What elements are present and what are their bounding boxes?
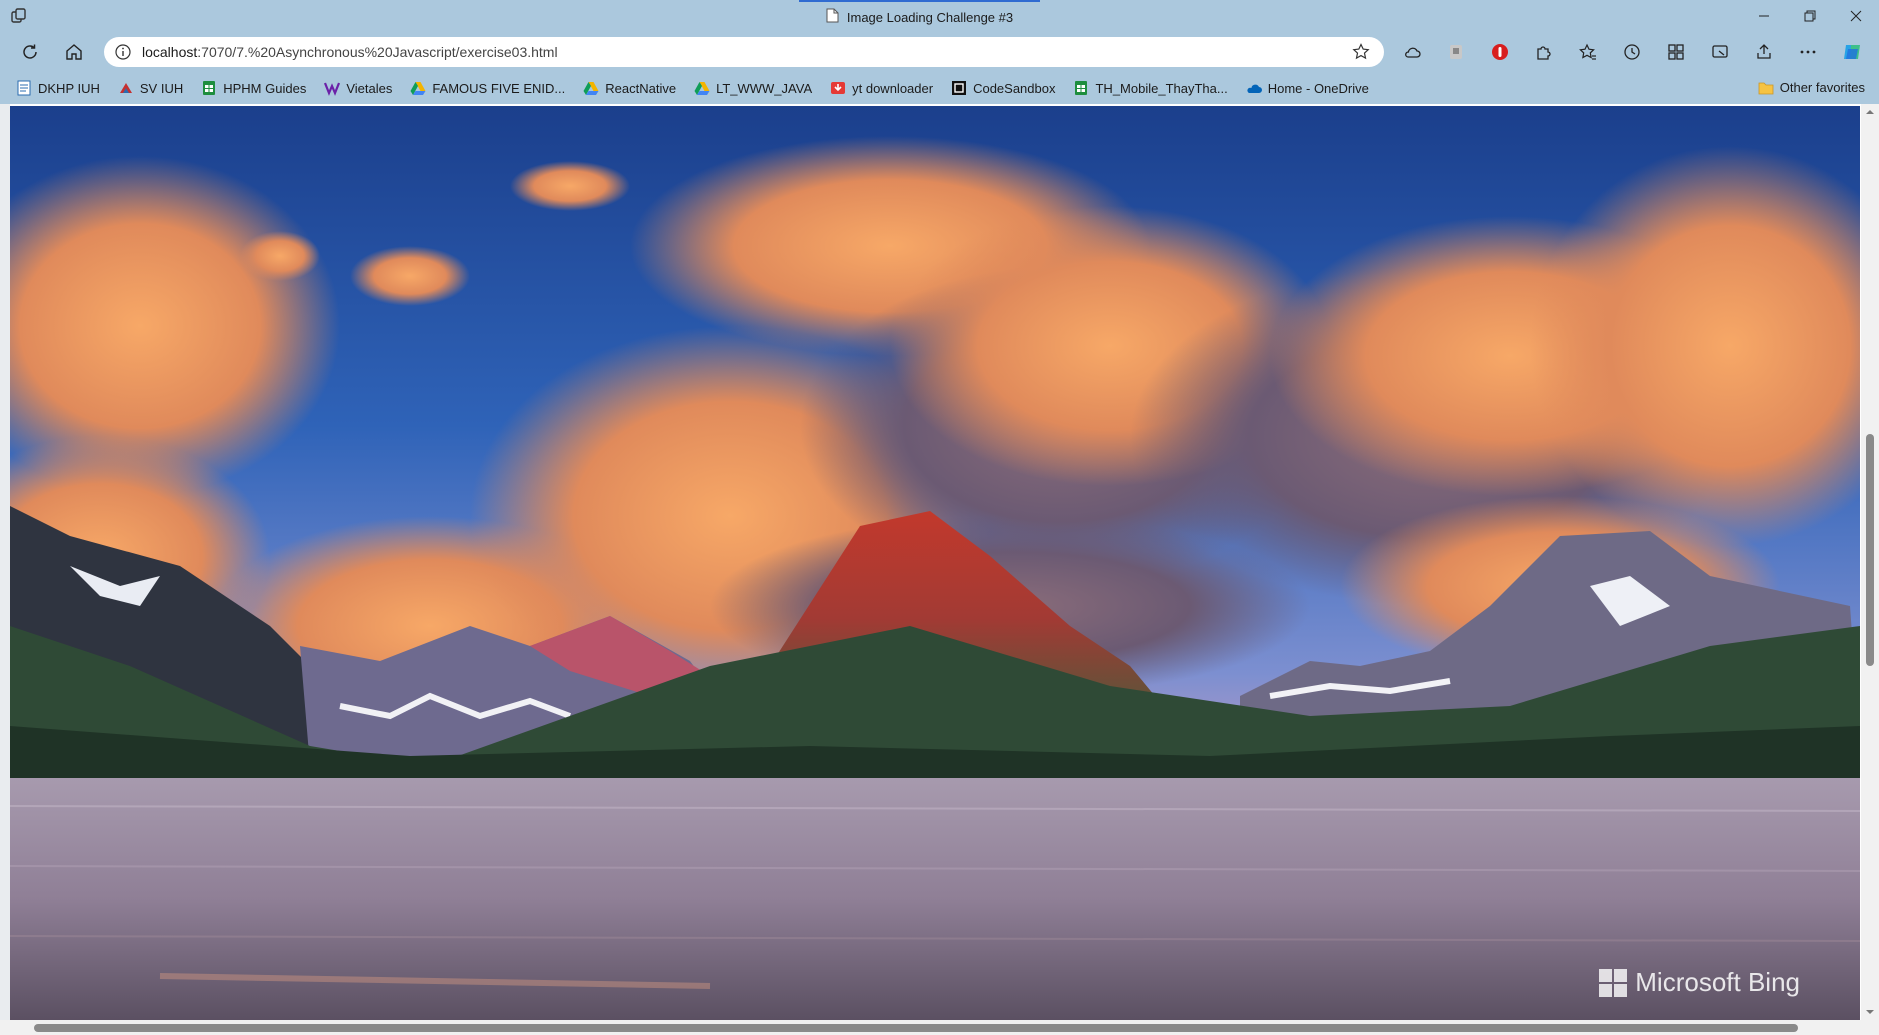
scroll-up-icon xyxy=(1866,110,1874,114)
star-icon xyxy=(1352,43,1370,60)
favorite-famous-five[interactable]: FAMOUS FIVE ENID... xyxy=(410,80,565,96)
favorite-label: CodeSandbox xyxy=(973,80,1056,96)
more-menu-button[interactable] xyxy=(1794,38,1822,66)
scrollbar-corner xyxy=(1861,1020,1879,1035)
site-info-button[interactable] xyxy=(104,37,142,67)
scroll-down-icon xyxy=(1866,1010,1874,1014)
toolbar xyxy=(1398,38,1866,66)
window-controls xyxy=(1741,0,1879,32)
minimize-icon xyxy=(1759,15,1769,17)
history-button[interactable] xyxy=(1618,38,1646,66)
more-icon xyxy=(1800,50,1816,54)
share-icon xyxy=(1757,44,1771,59)
share-button[interactable] xyxy=(1750,38,1778,66)
iuh-logo-icon xyxy=(119,83,132,93)
horizontal-scrollbar[interactable] xyxy=(0,1020,1861,1035)
favorite-codesandbox[interactable]: CodeSandbox xyxy=(951,80,1055,96)
url-path: :7070/7.%20Asynchronous%20Javascript/exe… xyxy=(197,44,558,60)
page-viewport: Microsoft Bing xyxy=(10,106,1860,1020)
active-tab[interactable]: Image Loading Challenge #3 xyxy=(799,0,1040,32)
favorite-dkhp-iuh[interactable]: DKHP IUH xyxy=(16,80,100,96)
collections-button[interactable] xyxy=(1662,38,1690,66)
favorite-label: TH_Mobile_ThayTha... xyxy=(1095,80,1228,96)
stop-sign-icon xyxy=(1492,44,1508,60)
favorite-th-mobile[interactable]: TH_Mobile_ThayTha... xyxy=(1073,80,1228,96)
close-button[interactable] xyxy=(1833,0,1879,32)
microsoft-logo-icon xyxy=(1599,968,1628,997)
favorite-yt-downloader[interactable]: yt downloader xyxy=(830,80,933,96)
watermark-text: Microsoft Bing xyxy=(1635,967,1800,997)
cloud-extension-button[interactable] xyxy=(1398,38,1426,66)
extensions-button[interactable] xyxy=(1530,38,1558,66)
favorite-sv-iuh[interactable]: SV IUH xyxy=(118,80,183,96)
document-icon xyxy=(17,80,31,96)
restore-button[interactable] xyxy=(1787,0,1833,32)
collections-icon xyxy=(1668,44,1684,60)
favorite-label: DKHP IUH xyxy=(38,80,100,96)
favorites-list: DKHP IUH SV IUH HPHM Guides Vietales FAM… xyxy=(16,72,1369,104)
vietales-icon xyxy=(324,82,341,96)
puzzle-icon xyxy=(1537,46,1551,60)
add-favorite-button[interactable] xyxy=(1352,43,1370,61)
url-text[interactable]: localhost:7070/7.%20Asynchronous%20Javas… xyxy=(142,44,558,60)
drive-icon xyxy=(583,82,599,95)
title-bar: Image Loading Challenge #3 xyxy=(0,0,1879,32)
favorites-star-icon xyxy=(1579,43,1596,60)
other-favorites-label: Other favorites xyxy=(1779,80,1865,95)
favorite-label: SV IUH xyxy=(139,80,184,96)
address-bar[interactable]: localhost:7070/7.%20Asynchronous%20Javas… xyxy=(104,37,1384,67)
navigation-bar: localhost:7070/7.%20Asynchronous%20Javas… xyxy=(0,32,1879,72)
extension-badge-icon xyxy=(1450,45,1462,59)
drive-icon xyxy=(694,82,710,95)
close-icon xyxy=(1850,10,1862,22)
horizontal-scroll-thumb[interactable] xyxy=(34,1024,1798,1032)
left-edge xyxy=(0,104,10,1035)
screenshot-icon xyxy=(1712,45,1728,58)
favorite-label: Home - OneDrive xyxy=(1267,80,1369,96)
drive-icon xyxy=(410,82,426,95)
screenshot-button[interactable] xyxy=(1706,38,1734,66)
folder-icon xyxy=(1758,82,1774,94)
favorite-label: LT_WWW_JAVA xyxy=(716,80,813,96)
adblock-extension-button[interactable] xyxy=(1486,38,1514,66)
bing-watermark: Microsoft Bing xyxy=(1599,967,1800,998)
favorites-bar: DKHP IUH SV IUH HPHM Guides Vietales FAM… xyxy=(0,72,1879,104)
favorite-label: Vietales xyxy=(346,80,393,96)
tab-title: Image Loading Challenge #3 xyxy=(846,9,1014,25)
favorite-reactnative[interactable]: ReactNative xyxy=(583,80,676,96)
copilot-button[interactable] xyxy=(1838,38,1866,66)
page-icon xyxy=(826,8,839,26)
home-icon xyxy=(66,44,82,60)
sheets-icon xyxy=(1075,81,1088,95)
refresh-icon xyxy=(23,44,37,59)
cloud-icon xyxy=(1405,47,1421,58)
favorite-lt-www-java[interactable]: LT_WWW_JAVA xyxy=(694,80,812,96)
extension-gray-button[interactable] xyxy=(1442,38,1470,66)
codesandbox-icon xyxy=(952,81,967,95)
favorite-hphm-guides[interactable]: HPHM Guides xyxy=(201,80,306,96)
info-icon xyxy=(115,44,131,60)
favorites-button[interactable] xyxy=(1574,38,1602,66)
download-icon xyxy=(831,82,846,94)
favorite-onedrive[interactable]: Home - OneDrive xyxy=(1246,80,1369,96)
other-favorites-folder[interactable]: Other favorites xyxy=(1758,80,1865,95)
refresh-button[interactable] xyxy=(16,38,44,66)
minimize-button[interactable] xyxy=(1741,0,1787,32)
url-host: localhost xyxy=(142,44,198,60)
onedrive-icon xyxy=(1247,84,1262,93)
favorite-label: ReactNative xyxy=(605,80,677,96)
landscape-image xyxy=(10,106,1860,1020)
vertical-scroll-thumb[interactable] xyxy=(1866,434,1874,666)
favorite-label: HPHM Guides xyxy=(223,80,307,96)
workspaces-icon[interactable] xyxy=(10,7,28,25)
vertical-scrollbar[interactable] xyxy=(1861,104,1879,1020)
copilot-icon xyxy=(1844,45,1860,59)
favorite-label: yt downloader xyxy=(852,80,934,96)
sheets-icon xyxy=(203,81,216,95)
favorite-label: FAMOUS FIVE ENID... xyxy=(432,80,566,96)
history-icon xyxy=(1624,44,1640,60)
restore-icon xyxy=(1804,10,1816,22)
home-button[interactable] xyxy=(60,38,88,66)
favorite-vietales[interactable]: Vietales xyxy=(324,80,392,96)
